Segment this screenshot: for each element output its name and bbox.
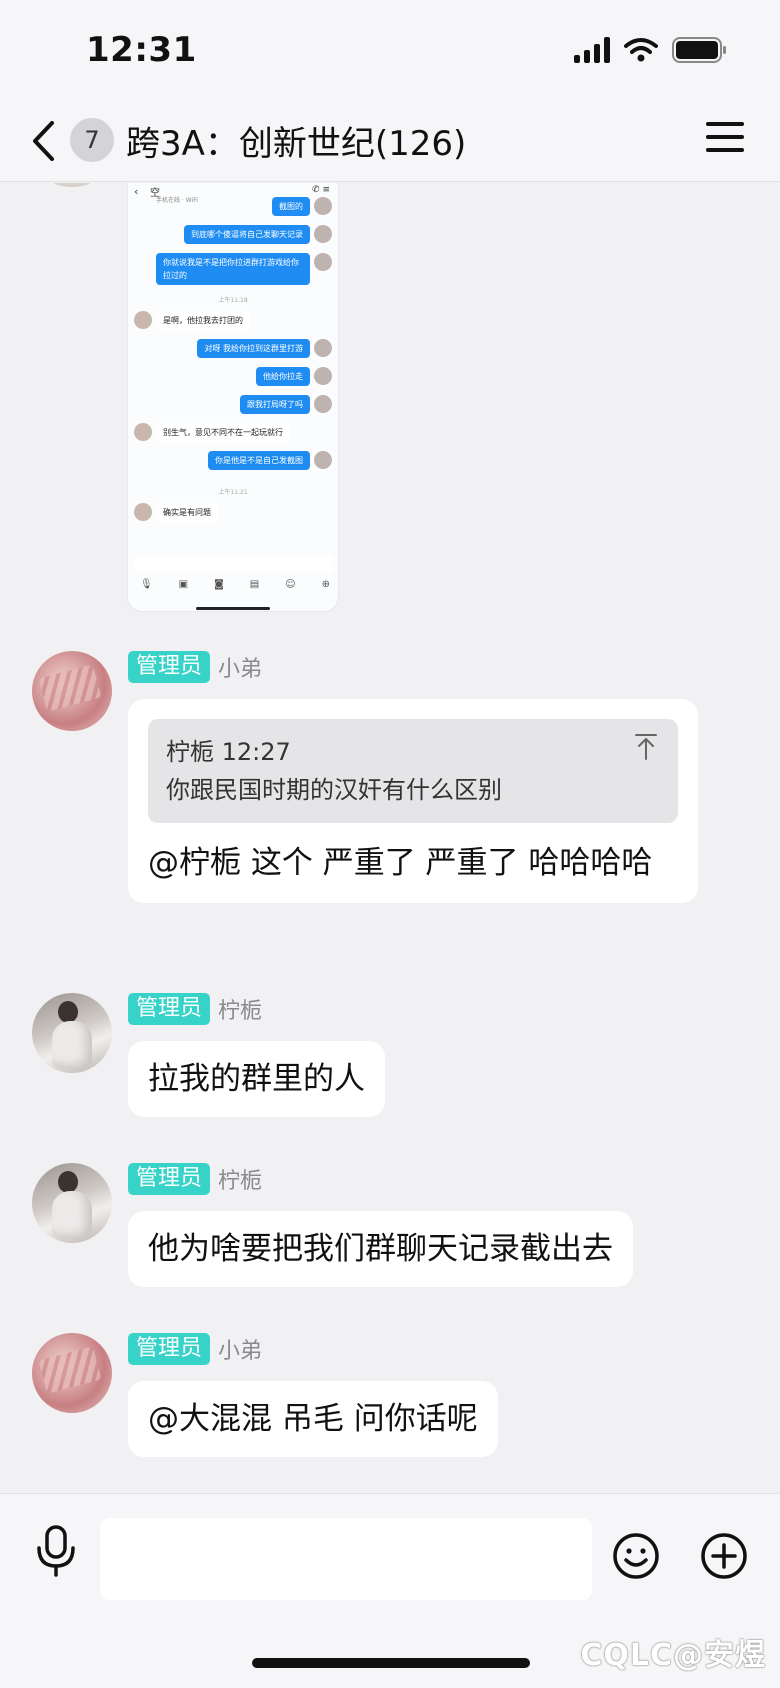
avatar bbox=[314, 253, 332, 271]
emoji-icon: ☺ bbox=[285, 579, 296, 590]
quote-author-time: 柠栀 12:27 bbox=[166, 738, 291, 766]
gift-icon: ▤ bbox=[249, 579, 260, 590]
list-item: 他给你拉走 bbox=[256, 367, 332, 386]
message-text: @柠栀 这个 严重了 严重了 哈哈哈哈 bbox=[148, 845, 653, 881]
message-text: 他为啥要把我们群聊天记录截出去 bbox=[148, 1231, 613, 1267]
emoji-button[interactable] bbox=[612, 1532, 660, 1580]
message-item: 管理员 小弟 @大混混 吊毛 问你话呢 bbox=[0, 1333, 780, 1463]
home-indicator bbox=[196, 607, 270, 610]
avatar bbox=[314, 367, 332, 385]
mic-icon: 🎙 bbox=[140, 579, 153, 590]
message-meta: 管理员 小弟 bbox=[128, 651, 262, 683]
message-text: @大混混 吊毛 问你话呢 bbox=[148, 1401, 478, 1437]
cellular-signal-icon bbox=[574, 37, 610, 63]
sender-name[interactable]: 柠栀 bbox=[218, 1163, 262, 1195]
pin-top-icon bbox=[635, 734, 657, 760]
list-item: 确实是有问题 bbox=[134, 503, 218, 522]
avatar bbox=[314, 197, 332, 215]
avatar bbox=[314, 395, 332, 413]
plus-circle-icon bbox=[701, 1533, 747, 1579]
list-item: 截图的 bbox=[272, 197, 332, 216]
list-item: 别生气，意见不同不在一起玩就行 bbox=[134, 423, 290, 442]
mic-icon bbox=[37, 1525, 75, 1577]
back-button[interactable] bbox=[28, 118, 60, 164]
avatar[interactable] bbox=[34, 183, 110, 187]
timestamp: 上午11:21 bbox=[218, 489, 248, 496]
image-icon: ▣ bbox=[178, 579, 189, 590]
quoted-message[interactable]: 柠栀 12:27 你跟民国时期的汉奸有什么区别 bbox=[148, 719, 678, 823]
wifi-icon bbox=[624, 37, 658, 63]
chat-header: 7 跨3A：创新世纪(126) bbox=[0, 100, 780, 182]
camera-icon: ◙ bbox=[214, 579, 224, 590]
role-badge: 管理员 bbox=[128, 1163, 211, 1195]
screenshot-input-field bbox=[134, 556, 332, 572]
avatar[interactable] bbox=[32, 993, 112, 1073]
list-item: 对呀 我给你拉到这群里打游 bbox=[197, 339, 332, 358]
chat-message-list[interactable]: ‹ 空 手机在线 · WiFi ✆ ≡ 截图的 到底哪个傻逼将自己发聊天记录 你… bbox=[0, 183, 780, 1493]
sender-name[interactable]: 小弟 bbox=[218, 1333, 262, 1365]
add-attachment-button[interactable] bbox=[700, 1532, 748, 1580]
role-badge: 管理员 bbox=[128, 1333, 211, 1365]
unread-count-badge[interactable]: 7 bbox=[70, 118, 114, 162]
message-meta: 管理员 柠栀 bbox=[128, 993, 262, 1025]
message-item: 管理员 柠栀 拉我的群里的人 bbox=[0, 993, 780, 1123]
avatar bbox=[314, 451, 332, 469]
screenshot-chat-subtitle: 手机在线 · WiFi bbox=[156, 197, 198, 204]
message-input[interactable] bbox=[100, 1518, 592, 1600]
home-indicator[interactable] bbox=[252, 1658, 530, 1668]
message-bubble[interactable]: 柠栀 12:27 你跟民国时期的汉奸有什么区别 @柠栀 这个 严重了 严重了 哈… bbox=[128, 699, 698, 903]
chevron-left-icon bbox=[33, 121, 54, 161]
emoji-icon bbox=[613, 1533, 659, 1579]
timestamp: 上午11:18 bbox=[218, 297, 248, 304]
watermark: CQLC@安煜 bbox=[580, 1638, 766, 1673]
message-item: 管理员 小弟 柠栀 12:27 你跟民国时期的汉奸有什么区别 @柠栀 这个 严重… bbox=[0, 651, 780, 951]
role-badge: 管理员 bbox=[128, 993, 211, 1025]
chat-title: 跨3A：创新世纪(126) bbox=[126, 124, 467, 164]
message-meta: 管理员 小弟 bbox=[128, 1333, 262, 1365]
screenshot-toolbar: 🎙 ▣ ◙ ▤ ☺ ⊕ bbox=[140, 579, 330, 590]
avatar bbox=[134, 503, 152, 521]
menu-button[interactable] bbox=[706, 122, 744, 156]
plus-icon: ⊕ bbox=[321, 579, 330, 590]
list-item: 跟我打局呀了吗 bbox=[240, 395, 332, 414]
avatar bbox=[134, 423, 152, 441]
quote-text: 你跟民国时期的汉奸有什么区别 bbox=[166, 776, 502, 804]
list-item: 你是他是不是自己发截图 bbox=[208, 451, 332, 470]
battery-icon bbox=[672, 36, 728, 64]
sender-name[interactable]: 柠栀 bbox=[218, 993, 262, 1025]
avatar bbox=[314, 339, 332, 357]
list-item: 你就说我是不是把你拉进群打游戏给你拉过的 bbox=[156, 253, 332, 285]
avatar[interactable] bbox=[32, 1163, 112, 1243]
message-bubble[interactable]: 他为啥要把我们群聊天记录截出去 bbox=[128, 1211, 633, 1287]
message-meta: 管理员 柠栀 bbox=[128, 1163, 262, 1195]
avatar[interactable] bbox=[32, 1333, 112, 1413]
list-item: 到底哪个傻逼将自己发聊天记录 bbox=[184, 225, 332, 244]
avatar bbox=[314, 225, 332, 243]
avatar bbox=[134, 311, 152, 329]
avatar[interactable] bbox=[32, 651, 112, 731]
role-badge: 管理员 bbox=[128, 651, 211, 683]
message-bubble[interactable]: 拉我的群里的人 bbox=[128, 1041, 385, 1117]
message-text: 拉我的群里的人 bbox=[148, 1061, 365, 1097]
screenshot-image-message[interactable]: ‹ 空 手机在线 · WiFi ✆ ≡ 截图的 到底哪个傻逼将自己发聊天记录 你… bbox=[128, 183, 338, 611]
menu-icon bbox=[706, 122, 744, 126]
status-time: 12:31 bbox=[86, 30, 197, 70]
sender-name[interactable]: 小弟 bbox=[218, 651, 262, 683]
message-item: 管理员 柠栀 他为啥要把我们群聊天记录截出去 bbox=[0, 1163, 780, 1293]
message-bubble[interactable]: @大混混 吊毛 问你话呢 bbox=[128, 1381, 498, 1457]
voice-button[interactable] bbox=[34, 1524, 78, 1578]
chevron-left-icon: ‹ bbox=[134, 185, 139, 198]
status-bar: 12:31 bbox=[0, 0, 780, 100]
list-item: 是啊，他拉我去打团的 bbox=[134, 311, 250, 330]
status-icons bbox=[574, 36, 728, 64]
phone-menu-icon: ✆ ≡ bbox=[312, 185, 330, 195]
